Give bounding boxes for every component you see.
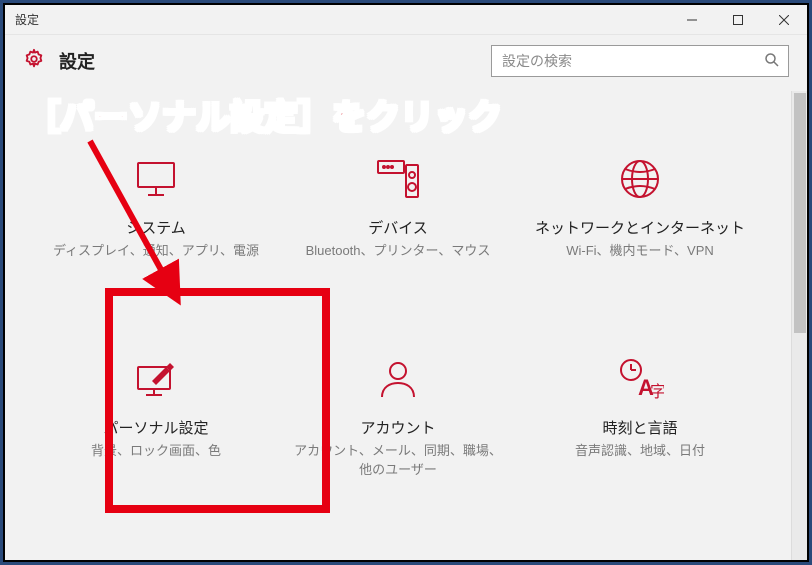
tile-desc: Bluetooth、プリンター、マウス [293,242,503,261]
tile-time-language[interactable]: A 字 時刻と言語 音声認識、地域、日付 [535,351,745,480]
person-icon [293,351,503,407]
search-wrap [491,45,789,77]
tile-desc: 背景、ロック画面、色 [51,442,261,461]
page-title: 設定 [59,48,95,74]
tile-title: デバイス [293,217,503,238]
close-button[interactable] [761,5,807,35]
maximize-button[interactable] [715,5,761,35]
tile-title: パーソナル設定 [51,417,261,438]
tile-personalization[interactable]: パーソナル設定 背景、ロック画面、色 [51,351,261,480]
tile-network[interactable]: ネットワークとインターネット Wi-Fi、機内モード、VPN [535,151,745,261]
gear-icon [23,48,45,75]
search-input[interactable] [491,45,789,77]
svg-text:字: 字 [650,383,664,401]
globe-icon [535,151,745,207]
annotation-text: ［パーソナル設定］をクリック [26,90,502,139]
scrollbar[interactable] [791,91,807,560]
tile-desc: Wi-Fi、機内モード、VPN [535,242,745,261]
scrollbar-thumb[interactable] [794,93,806,333]
search-icon [763,51,781,69]
tile-accounts[interactable]: アカウント アカウント、メール、同期、職場、他のユーザー [293,351,503,480]
tile-desc: アカウント、メール、同期、職場、他のユーザー [293,442,503,480]
titlebar: 設定 [5,5,807,35]
window-title: 設定 [5,11,39,28]
annotation-arrow [70,135,200,310]
tile-devices[interactable]: デバイス Bluetooth、プリンター、マウス [293,151,503,261]
tile-title: アカウント [293,417,503,438]
tile-title: ネットワークとインターネット [535,217,745,238]
minimize-button[interactable] [669,5,715,35]
devices-icon [293,151,503,207]
personalization-icon [51,351,261,407]
header: 設定 [5,35,807,91]
tile-title: 時刻と言語 [535,417,745,438]
tile-desc: 音声認識、地域、日付 [535,442,745,461]
time-language-icon: A 字 [535,351,745,407]
